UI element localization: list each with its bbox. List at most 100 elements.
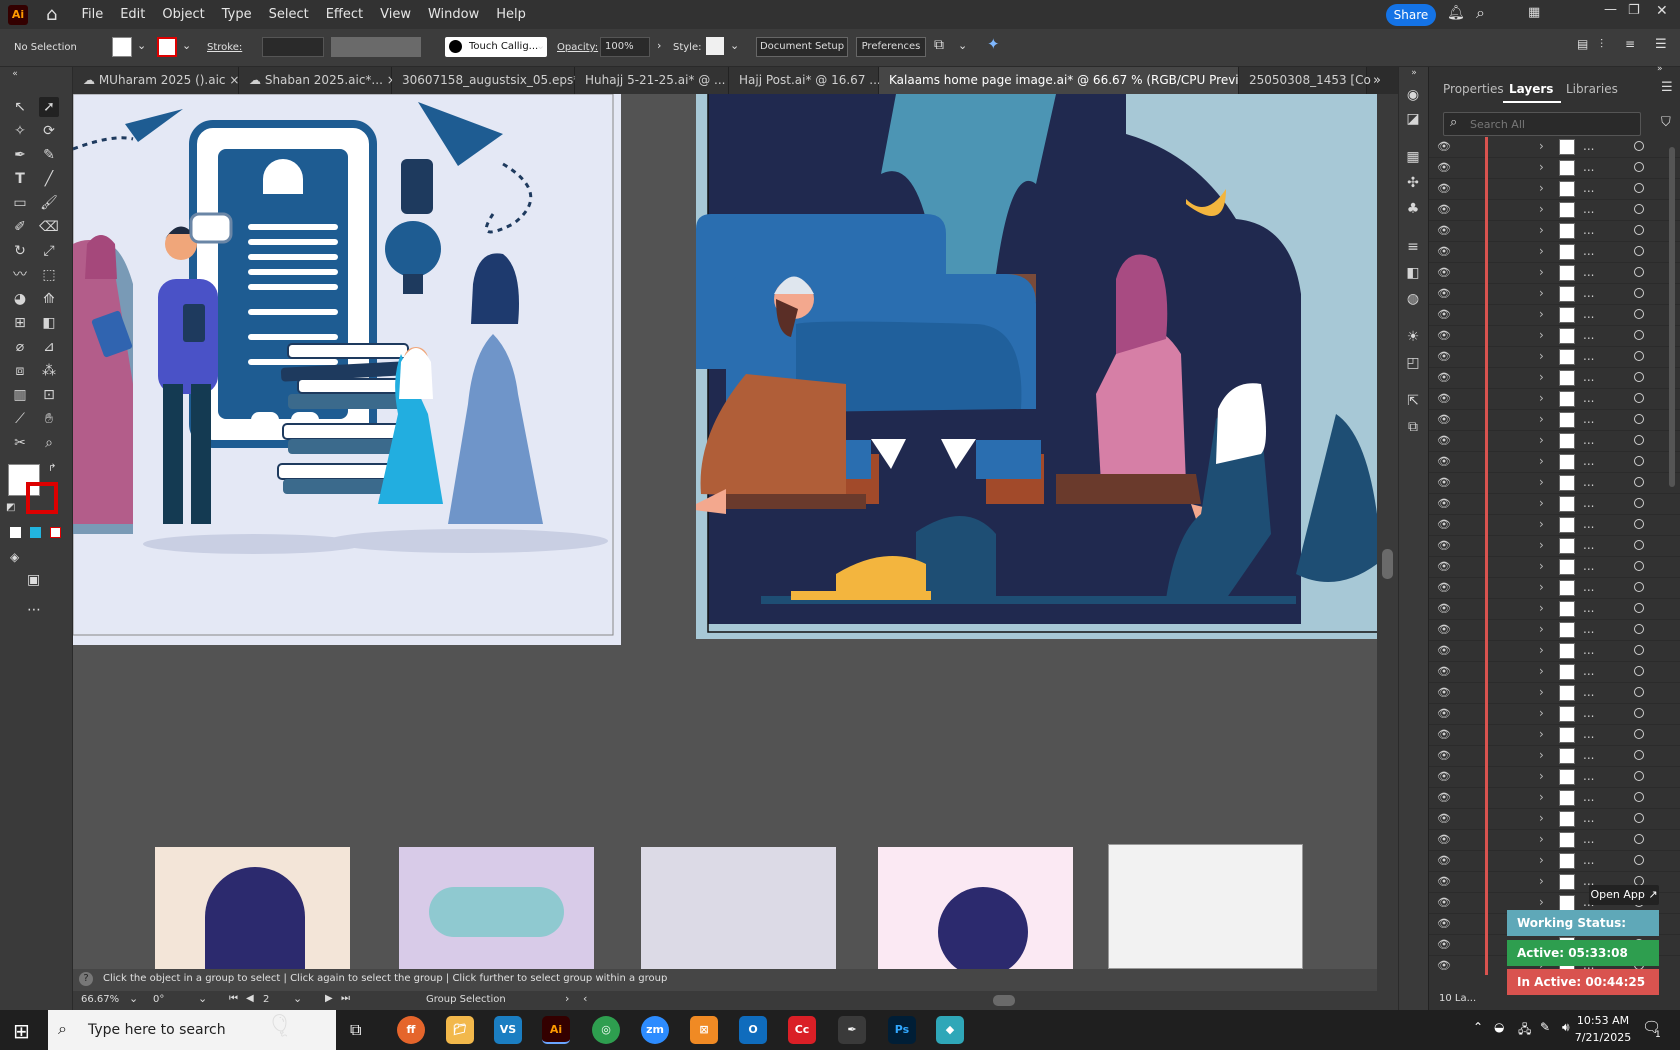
swap-icon[interactable]: ↱ <box>48 463 56 474</box>
target-circle-icon[interactable] <box>1634 561 1644 571</box>
selection-tool-icon[interactable]: ↖ <box>10 97 30 117</box>
target-circle-icon[interactable] <box>1634 288 1644 298</box>
target-circle-icon[interactable] <box>1634 414 1644 424</box>
visibility-eye-icon[interactable]: 👁︎ <box>1437 686 1451 699</box>
chevron-down-icon[interactable]: ⌄ <box>958 39 967 52</box>
target-circle-icon[interactable] <box>1634 372 1644 382</box>
visibility-eye-icon[interactable]: 👁︎ <box>1437 245 1451 258</box>
more-tools-icon[interactable]: ⋯ <box>27 602 41 618</box>
artboard-2[interactable] <box>696 94 1377 639</box>
export-icon[interactable]: ⇱ <box>1403 391 1423 411</box>
scale-icon[interactable]: ⤢ <box>39 241 59 261</box>
tab-document[interactable]: 25050308_1453 [Co <box>1239 67 1371 94</box>
target-circle-icon[interactable] <box>1634 309 1644 319</box>
visibility-eye-icon[interactable]: 👁︎ <box>1437 455 1451 468</box>
layer-row[interactable]: 👁︎ ›... <box>1429 242 1680 263</box>
layer-name[interactable]: ... <box>1583 496 1594 510</box>
visibility-eye-icon[interactable]: 👁︎ <box>1437 854 1451 867</box>
visibility-eye-icon[interactable]: 👁︎ <box>1437 329 1451 342</box>
target-circle-icon[interactable] <box>1634 729 1644 739</box>
target-circle-icon[interactable] <box>1634 246 1644 256</box>
target-circle-icon[interactable] <box>1634 708 1644 718</box>
stroke-panel-icon[interactable]: ≡ <box>1403 237 1423 257</box>
tab-document[interactable]: Huhajj 5-21-25.ai* @ ... × <box>575 67 739 94</box>
screen-mode-icon[interactable]: ▣ <box>27 572 40 588</box>
expand-chevron-icon[interactable]: › <box>1539 223 1544 237</box>
tray-app-icon[interactable]: ◒ <box>1494 1020 1504 1034</box>
layer-name[interactable]: ... <box>1583 412 1594 426</box>
artboard-thumb[interactable] <box>155 847 350 969</box>
visibility-eye-icon[interactable]: 👁︎ <box>1437 833 1451 846</box>
zoom-tool-icon[interactable]: ⌕ <box>39 433 59 453</box>
visibility-eye-icon[interactable]: 👁︎ <box>1437 602 1451 615</box>
expand-chevron-icon[interactable]: › <box>1539 685 1544 699</box>
graphic-styles-icon[interactable]: ◰ <box>1403 353 1423 373</box>
expand-chevron-icon[interactable]: › <box>1539 601 1544 615</box>
brush-selector[interactable]: Touch Callig... <box>445 37 547 57</box>
creative-cloud-icon[interactable]: Cc <box>788 1016 816 1044</box>
target-circle-icon[interactable] <box>1634 813 1644 823</box>
color-guide-icon[interactable]: ◪ <box>1403 109 1423 129</box>
blend-icon[interactable]: ⧈ <box>10 361 30 381</box>
chevron-left-icon[interactable]: ‹ <box>583 992 587 1005</box>
layer-row[interactable]: 👁︎ ›... <box>1429 137 1680 158</box>
search-icon[interactable]: ⌕ <box>1476 3 1485 23</box>
chevron-down-icon[interactable]: ⌄ <box>182 39 191 52</box>
direct-selection-tool-icon[interactable]: ➚ <box>39 97 59 117</box>
first-artboard-icon[interactable]: ⏮ <box>229 993 238 1004</box>
chevron-down-icon[interactable]: ⌄ <box>129 992 138 1005</box>
target-circle-icon[interactable] <box>1634 687 1644 697</box>
chevron-down-icon[interactable]: ⌄ <box>536 39 545 52</box>
artboard-thumb[interactable] <box>878 847 1073 969</box>
visibility-eye-icon[interactable]: 👁︎ <box>1437 917 1451 930</box>
appearance-icon[interactable]: ☀ <box>1403 327 1423 347</box>
rotate-icon[interactable]: ↻ <box>10 241 30 261</box>
task-view-icon[interactable]: ⧉ <box>350 1020 361 1040</box>
artboard-thumb[interactable] <box>1108 844 1303 969</box>
pen-tool-icon[interactable]: ✒ <box>10 145 30 165</box>
layer-row[interactable]: 👁︎ ›... <box>1429 179 1680 200</box>
document-setup-button[interactable]: Document Setup <box>756 37 848 57</box>
expand-chevron-icon[interactable]: › <box>1539 412 1544 426</box>
menu-view[interactable]: View <box>380 7 411 22</box>
style-swatch[interactable] <box>706 37 724 55</box>
tab-properties[interactable]: Properties <box>1443 82 1504 96</box>
chevron-down-icon[interactable]: ⌄ <box>137 39 146 52</box>
expand-chevron-icon[interactable]: › <box>1539 664 1544 678</box>
opacity-input[interactable]: 100% <box>600 37 650 57</box>
layer-row[interactable]: 👁︎ ›... <box>1429 200 1680 221</box>
layer-row[interactable]: 👁︎ ›... <box>1429 599 1680 620</box>
layer-name[interactable]: ... <box>1583 769 1594 783</box>
target-circle-icon[interactable] <box>1634 393 1644 403</box>
layer-name[interactable]: ... <box>1583 454 1594 468</box>
artboards-panel-icon[interactable]: ⧉ <box>1403 417 1423 437</box>
artboard-1[interactable] <box>73 94 621 645</box>
open-app-button[interactable]: Open App ↗ <box>1589 885 1659 905</box>
visibility-eye-icon[interactable]: 👁︎ <box>1437 308 1451 321</box>
layer-row[interactable]: 👁︎ ›... <box>1429 347 1680 368</box>
visibility-eye-icon[interactable]: 👁︎ <box>1437 791 1451 804</box>
layer-row[interactable]: 👁︎ ›... <box>1429 515 1680 536</box>
target-circle-icon[interactable] <box>1634 435 1644 445</box>
layer-row[interactable]: 👁︎ ›... <box>1429 158 1680 179</box>
tab-layers[interactable]: Layers <box>1509 82 1553 96</box>
expand-chevron-icon[interactable]: › <box>1539 706 1544 720</box>
visibility-eye-icon[interactable]: 👁︎ <box>1437 728 1451 741</box>
layer-name[interactable]: ... <box>1583 790 1594 804</box>
visibility-eye-icon[interactable]: 👁︎ <box>1437 812 1451 825</box>
layer-list[interactable]: 👁︎ ›... 👁︎ ›... 👁︎ ›... 👁︎ ›... 👁︎ ›... 👁︎ ›... 👁︎ ›.… <box>1429 137 1680 975</box>
layer-row[interactable]: 👁︎ ›... <box>1429 641 1680 662</box>
line-tool-icon[interactable]: ╱ <box>39 169 59 189</box>
distribute-icon[interactable]: ⫶ <box>1600 37 1603 52</box>
target-circle-icon[interactable] <box>1634 351 1644 361</box>
tab-document[interactable]: ☁︎ MUharam 2025 ().aic × <box>73 67 239 94</box>
menu-file[interactable]: File <box>81 7 103 22</box>
artboard-thumb[interactable] <box>641 847 836 969</box>
tracker-app-icon[interactable]: ◆ <box>936 1016 964 1044</box>
visibility-eye-icon[interactable]: 👁︎ <box>1437 413 1451 426</box>
visibility-eye-icon[interactable]: 👁︎ <box>1437 476 1451 489</box>
scissors-icon[interactable]: ✂ <box>10 433 30 453</box>
target-circle-icon[interactable] <box>1634 204 1644 214</box>
visibility-eye-icon[interactable]: 👁︎ <box>1437 434 1451 447</box>
clock-date[interactable]: 7/21/2025 <box>1568 1031 1638 1044</box>
